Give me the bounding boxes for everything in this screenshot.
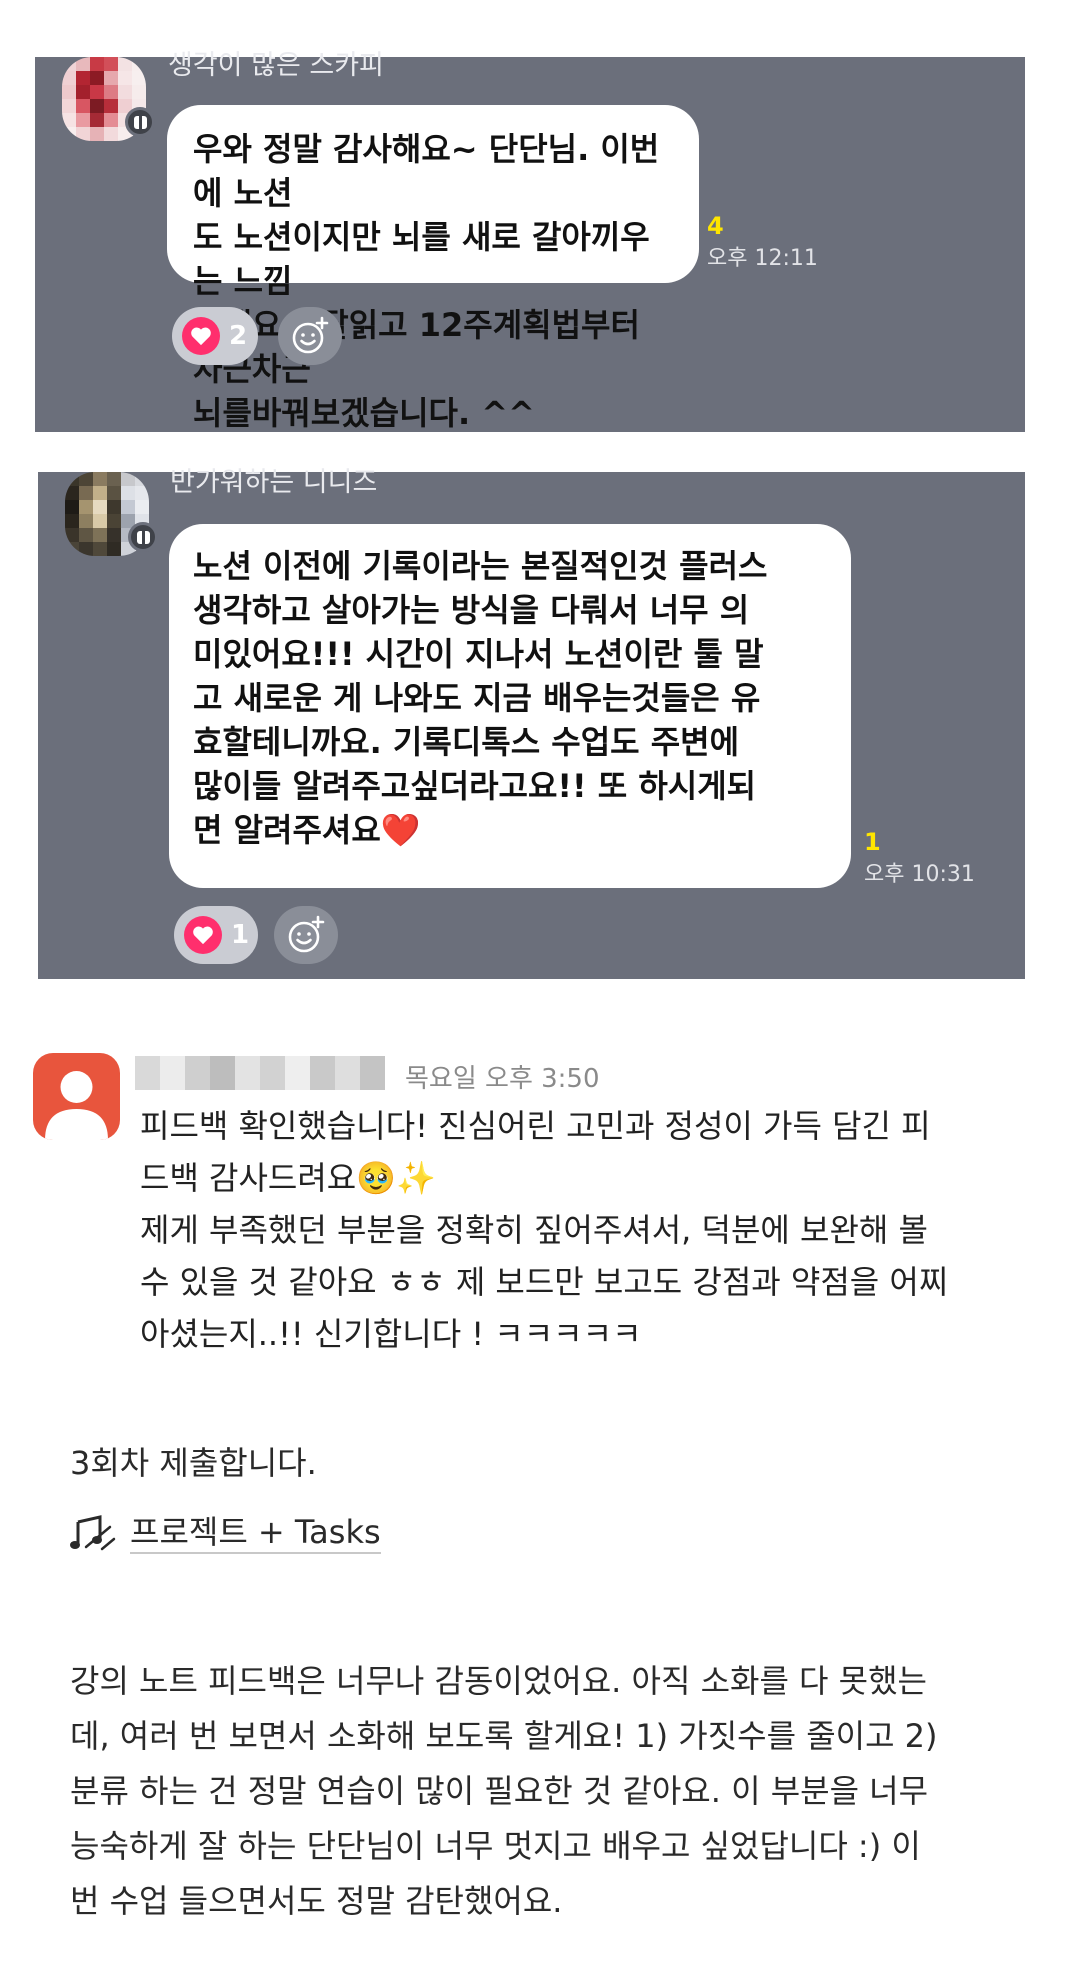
message-line: 많이들 알려주고싶더라고요!! 또 하시게되 xyxy=(193,767,757,805)
sender-name: 생각이 많은 스카피 xyxy=(168,50,384,81)
message-line: 뇌를바꿔보겠습니다. ^^ xyxy=(193,394,535,432)
chat-panel-2: 반가워하는 니니즈 노션 이전에 기록이라는 본질적인것 플러스 생각하고 살아… xyxy=(38,467,1025,979)
project-link[interactable]: 프로젝트 + Tasks xyxy=(70,1512,381,1554)
comment-line: 수 있을 것 같아요 ㅎㅎ 제 보드만 보고도 강점과 약점을 어찌 xyxy=(140,1263,949,1301)
add-emoji-icon xyxy=(292,316,329,354)
message-line: 이네요~ 잘읽고 12주계획법부터 차근차근 xyxy=(193,306,640,388)
message-line: 면 알려주셔요❤️ xyxy=(193,811,421,849)
add-reaction-button[interactable] xyxy=(278,307,342,365)
comment-line: 피드백 확인했습니다! 진심어린 고민과 정성이 가득 담긴 피 xyxy=(140,1107,931,1145)
unread-count: 1 xyxy=(864,828,881,856)
message-line: 우와 정말 감사해요~ 단단님. 이번에 노션 xyxy=(193,130,660,212)
paragraph-line: 데, 여러 번 보면서 소화해 보도록 할게요! 1) 가짓수를 줄이고 2) xyxy=(70,1717,938,1755)
heart-reaction-button[interactable]: 2 xyxy=(172,307,258,365)
heart-icon xyxy=(184,916,222,954)
message-bubble[interactable]: 우와 정말 감사해요~ 단단님. 이번에 노션 도 노션이지만 뇌를 새로 갈아… xyxy=(167,105,699,432)
reaction-count: 2 xyxy=(229,321,248,351)
message-bubble[interactable]: 노션 이전에 기록이라는 본질적인것 플러스 생각하고 살아가는 방식을 다뤄서… xyxy=(169,524,851,888)
message-line: 도 노션이지만 뇌를 새로 갈아끼우는 느낌 xyxy=(193,218,650,300)
message-line: 고 새로운 게 나와도 지금 배우는것들은 유 xyxy=(193,679,761,717)
project-link-text[interactable]: 프로젝트 + Tasks xyxy=(130,1512,381,1554)
add-emoji-icon xyxy=(288,915,325,953)
feedback-paragraph: 강의 노트 피드백은 너무나 감동이었어요. 아직 소화를 다 못했는 데, 여… xyxy=(70,1654,1020,1929)
paragraph-line: 강의 노트 피드백은 너무나 감동이었어요. 아직 소화를 다 못했는 xyxy=(70,1662,927,1700)
message-line: 미있어요!!! 시간이 지나서 노션이란 툴 말 xyxy=(193,635,764,673)
message-time: 오후 12:11 xyxy=(707,246,818,271)
submission-text: 3회차 제출합니다. xyxy=(70,1444,317,1482)
comment-time: 목요일 오후 3:50 xyxy=(405,1064,600,1094)
comment-line: 제게 부족했던 부분을 정확히 짚어주셔서, 덕분에 보완해 볼 xyxy=(140,1211,928,1249)
music-notes-icon xyxy=(70,1515,116,1551)
message-line: 효할테니까요. 기록디톡스 수업도 주변에 xyxy=(193,723,740,761)
chat-panel-1: 생각이 많은 스카피 우와 정말 감사해요~ 단단님. 이번에 노션 도 노션이… xyxy=(35,50,1025,432)
unread-count: 4 xyxy=(707,212,724,240)
comment-line: 아셨는지..!! 신기합니다 ! ㅋㅋㅋㅋㅋ xyxy=(140,1315,642,1353)
comment-body: 피드백 확인했습니다! 진심어린 고민과 정성이 가득 담긴 피 드백 감사드려… xyxy=(140,1100,1040,1360)
paragraph-line: 분류 하는 건 정말 연습이 많이 필요한 것 같아요. 이 부분을 너무 xyxy=(70,1772,929,1810)
comment-line: 드백 감사드려요🥹✨ xyxy=(140,1159,436,1197)
message-time: 오후 10:31 xyxy=(864,862,975,887)
avatar-badge-icon xyxy=(125,107,155,137)
paragraph-line: 번 수업 들으면서도 정말 감탄했어요. xyxy=(70,1882,563,1920)
paragraph-line: 능숙하게 잘 하는 단단님이 너무 멋지고 배우고 싶었답니다 :) 이 xyxy=(70,1827,921,1865)
heart-icon xyxy=(182,317,220,355)
reaction-count: 1 xyxy=(231,920,250,950)
heart-reaction-button[interactable]: 1 xyxy=(174,906,258,964)
message-line: 생각하고 살아가는 방식을 다뤄서 너무 의 xyxy=(193,591,750,629)
blurred-username xyxy=(135,1056,385,1090)
message-line: 노션 이전에 기록이라는 본질적인것 플러스 xyxy=(193,547,768,585)
sender-name: 반가워하는 니니즈 xyxy=(170,467,378,498)
user-avatar-icon[interactable] xyxy=(33,1053,120,1140)
avatar-badge-icon xyxy=(128,522,158,552)
add-reaction-button[interactable] xyxy=(274,906,338,964)
